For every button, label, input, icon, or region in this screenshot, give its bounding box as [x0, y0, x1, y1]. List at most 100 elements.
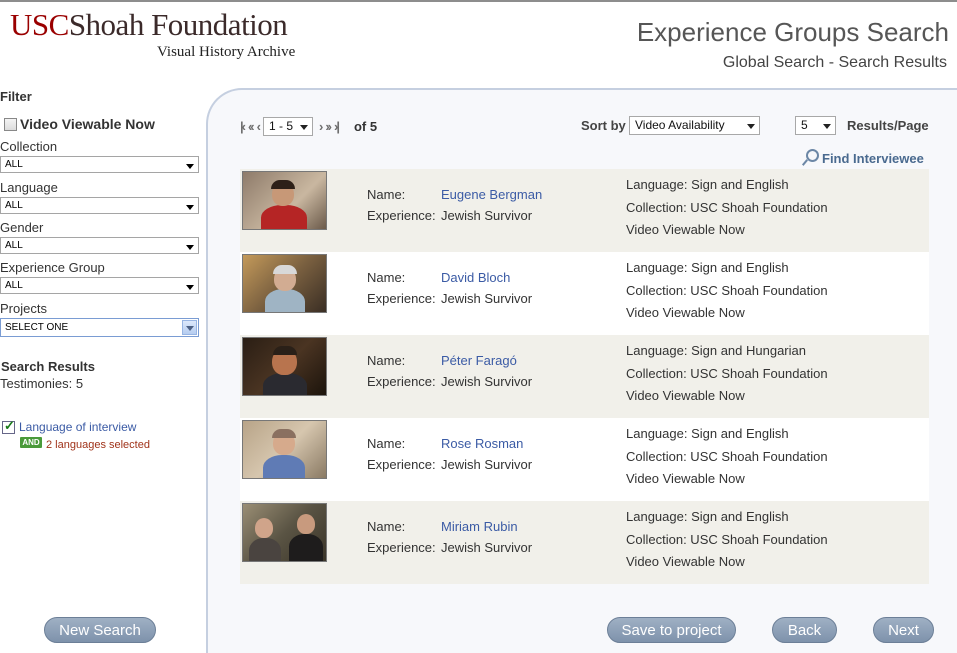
interviewee-name-link[interactable]: Eugene Bergman: [441, 187, 542, 202]
interviewee-thumbnail[interactable]: [242, 254, 327, 313]
results-per-page-label: Results/Page: [847, 118, 929, 133]
next-page-icon[interactable]: ›: [319, 119, 324, 134]
collection-info: Collection: USC Shoah Foundation: [626, 366, 828, 381]
find-interviewee-link[interactable]: Find Interviewee: [802, 149, 924, 167]
experience-value: Jewish Survivor: [441, 291, 533, 306]
first-page-icon[interactable]: |‹: [240, 119, 246, 134]
language-of-interview-filter[interactable]: Language of interview: [2, 418, 136, 434]
thumb-figure: [249, 538, 281, 561]
projects-select[interactable]: SELECT ONE: [0, 318, 199, 337]
language-select[interactable]: ALL: [0, 197, 199, 214]
next-button[interactable]: Next: [873, 617, 934, 643]
page-total: of 5: [353, 118, 378, 134]
thumb-hair: [273, 346, 297, 355]
previous-group-icon[interactable]: ‹‹: [248, 119, 255, 134]
search-results-heading: Search Results: [1, 359, 95, 374]
result-row: Name: Rose Rosman Experience: Jewish Sur…: [240, 418, 929, 501]
languages-selected-text: 2 languages selected: [46, 439, 150, 451]
thumb-figure: [263, 455, 305, 478]
experience-label: Experience:: [367, 208, 436, 223]
gender-select[interactable]: ALL: [0, 237, 199, 254]
results-per-page-select[interactable]: 5: [795, 116, 836, 135]
chevron-down-icon: [186, 245, 194, 250]
logo-usc-text: USC: [10, 7, 69, 42]
gender-label: Gender: [0, 220, 44, 235]
experience-label: Experience:: [367, 374, 436, 389]
collection-info: Collection: USC Shoah Foundation: [626, 532, 828, 547]
logo-subtitle: Visual History Archive: [157, 44, 296, 60]
interviewee-thumbnail[interactable]: [242, 337, 327, 396]
save-to-project-button[interactable]: Save to project: [607, 617, 736, 643]
page-title: Experience Groups Search: [636, 17, 949, 47]
next-group-icon[interactable]: ››: [325, 119, 332, 134]
sort-select[interactable]: Video Availability: [629, 116, 760, 135]
back-button[interactable]: Back: [772, 617, 837, 643]
last-page-icon[interactable]: ›|: [334, 119, 340, 134]
result-row: Name: Eugene Bergman Experience: Jewish …: [240, 169, 929, 252]
interviewee-thumbnail[interactable]: [242, 420, 327, 479]
name-label: Name:: [367, 270, 406, 285]
language-select-value: ALL: [5, 200, 23, 211]
gender-select-value: ALL: [5, 240, 23, 251]
thumb-hair: [272, 429, 296, 438]
name-label: Name:: [367, 519, 406, 534]
thumb-hair: [273, 265, 297, 274]
filter-sidebar: Filter Video Viewable Now Collection ALL…: [0, 88, 202, 653]
previous-page-icon[interactable]: ‹: [257, 119, 262, 134]
collection-info: Collection: USC Shoah Foundation: [626, 449, 828, 464]
thumb-figure: [265, 289, 305, 312]
chevron-down-icon: [186, 164, 194, 169]
sort-by-label: Sort by: [581, 118, 626, 133]
page-range-value: 1 - 5: [268, 118, 293, 133]
chevron-down-icon[interactable]: [182, 320, 197, 335]
thumb-face-two: [297, 514, 315, 534]
collection-info: Collection: USC Shoah Foundation: [626, 200, 828, 215]
language-info: Language: Sign and Hungarian: [626, 343, 806, 358]
interviewee-name-link[interactable]: Rose Rosman: [441, 436, 523, 451]
video-availability: Video Viewable Now: [626, 471, 745, 486]
and-operator-badge[interactable]: AND: [20, 437, 42, 448]
language-label: Language: [0, 180, 58, 195]
experience-label: Experience:: [367, 291, 436, 306]
video-availability: Video Viewable Now: [626, 554, 745, 569]
collection-info: Collection: USC Shoah Foundation: [626, 283, 828, 298]
results-per-page-value: 5: [801, 118, 808, 132]
chevron-down-icon: [747, 124, 755, 129]
language-info: Language: Sign and English: [626, 177, 789, 192]
video-viewable-filter[interactable]: Video Viewable Now: [4, 116, 155, 132]
video-availability: Video Viewable Now: [626, 388, 745, 403]
usc-shoah-logo[interactable]: USCShoah Foundation Visual History Archi…: [10, 8, 295, 61]
experience-value: Jewish Survivor: [441, 374, 533, 389]
collection-label: Collection: [0, 139, 58, 154]
experience-value: Jewish Survivor: [441, 540, 533, 555]
experience-value: Jewish Survivor: [441, 457, 533, 472]
thumb-figure: [263, 373, 307, 395]
chevron-down-icon: [299, 124, 308, 130]
language-of-interview-link[interactable]: Language of interview: [19, 420, 136, 434]
chevron-down-icon: [186, 285, 194, 290]
projects-select-value: SELECT ONE: [5, 322, 69, 333]
video-viewable-checkbox[interactable]: [4, 117, 17, 131]
logo-wordmark: USCShoah Foundation: [10, 8, 295, 42]
thumb-face: [255, 518, 273, 538]
interviewee-name-link[interactable]: David Bloch: [441, 270, 510, 285]
collection-select[interactable]: ALL: [0, 156, 199, 173]
result-row: Name: Miriam Rubin Experience: Jewish Su…: [240, 501, 929, 584]
page-range-select[interactable]: 1 - 5: [262, 116, 313, 136]
experience-group-select[interactable]: ALL: [0, 277, 199, 294]
name-label: Name:: [367, 353, 406, 368]
chevron-down-icon: [186, 205, 194, 210]
pagination: |‹ ‹‹ ‹ 1 - 5 › ›› ›| of 5: [240, 116, 378, 136]
interviewee-thumbnail[interactable]: [242, 171, 327, 230]
sort-select-value: Video Availability: [635, 118, 725, 132]
result-row: Name: Péter Faragó Experience: Jewish Su…: [240, 335, 929, 418]
interviewee-name-link[interactable]: Miriam Rubin: [441, 519, 518, 534]
new-search-button[interactable]: New Search: [44, 617, 156, 643]
name-label: Name:: [367, 187, 406, 202]
chevron-down-icon: [823, 124, 831, 129]
interviewee-thumbnail[interactable]: [242, 503, 327, 562]
find-interviewee-label: Find Interviewee: [822, 150, 924, 166]
language-filter-checkbox[interactable]: [2, 418, 15, 434]
interviewee-name-link[interactable]: Péter Faragó: [441, 353, 517, 368]
language-info: Language: Sign and English: [626, 426, 789, 441]
